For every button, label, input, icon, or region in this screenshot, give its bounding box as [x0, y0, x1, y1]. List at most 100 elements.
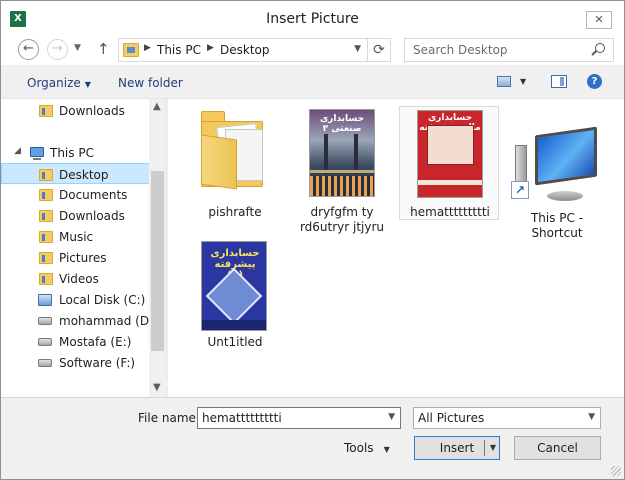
file-item-label: pishrafte: [208, 205, 262, 219]
sidebar-item-local-disk-c[interactable]: Local Disk (C:): [1, 289, 151, 310]
split-divider: [484, 440, 485, 456]
file-item-pishrafte[interactable]: pishrafte: [185, 105, 285, 219]
refresh-button[interactable]: ⟳: [368, 38, 391, 62]
sidebar-item-drive-e[interactable]: Mostafa (E:): [1, 331, 151, 352]
breadcrumb-desktop[interactable]: Desktop: [220, 43, 270, 57]
sidebar-item-videos[interactable]: Videos: [1, 268, 151, 289]
search-box[interactable]: Search Desktop: [404, 38, 614, 62]
file-type-select[interactable]: All Pictures ▼: [413, 407, 601, 429]
sidebar-item-downloads[interactable]: Downloads: [1, 100, 151, 121]
tools-label: Tools: [344, 441, 374, 455]
scroll-up-icon[interactable]: ▲: [153, 101, 161, 112]
chevron-down-icon: ▼: [383, 445, 390, 454]
navigation-pane: Downloads ◢ This PC Desktop Documents Do…: [1, 99, 167, 397]
sidebar-item-drive-d[interactable]: mohammad (D:): [1, 310, 158, 331]
insert-picture-dialog: X Insert Picture ✕ ← → ▼ ↑ ▶ This PC ▶ D…: [0, 0, 625, 480]
resize-grip-icon[interactable]: [611, 466, 621, 476]
monitor-stand-icon: [547, 191, 583, 201]
chevron-down-icon: ▼: [84, 80, 91, 89]
file-type-value: All Pictures: [418, 411, 485, 425]
change-view-icon[interactable]: [497, 76, 511, 87]
sidebar-item-label: Documents: [59, 188, 128, 202]
help-icon[interactable]: ?: [587, 74, 602, 89]
breadcrumb-separator-icon[interactable]: ▶: [144, 43, 151, 53]
cancel-button[interactable]: Cancel: [514, 436, 601, 460]
computer-monitor-icon: [535, 126, 597, 186]
search-input[interactable]: Search Desktop: [413, 43, 508, 57]
sidebar-item-label: Pictures: [59, 251, 107, 265]
sidebar-item-label: This PC: [50, 146, 94, 160]
file-list: pishrafte حسابداری صنعتی ۳ dryfgfm ty rd…: [168, 99, 624, 397]
dialog-title: Insert Picture: [266, 11, 359, 27]
file-item-unt1itled[interactable]: حسابداری پیشرفته (1) Unt1itled: [185, 237, 285, 353]
folder-icon: [39, 252, 53, 264]
sidebar-item-pictures[interactable]: Pictures: [1, 247, 151, 268]
drive-icon: [38, 294, 52, 306]
close-button[interactable]: ✕: [586, 11, 612, 29]
file-item-dryfgfm[interactable]: حسابداری صنعتی ۳ dryfgfm ty rd6utryr jtj…: [292, 105, 392, 234]
desktop-folder-icon: [123, 43, 139, 57]
breadcrumb-separator-icon[interactable]: ▶: [207, 43, 214, 53]
folder-icon: [201, 111, 267, 190]
scrollbar-thumb[interactable]: [151, 171, 164, 351]
collapse-chevron-icon[interactable]: ◢: [14, 146, 21, 156]
folder-icon: [39, 105, 53, 117]
folder-icon: [39, 189, 53, 201]
book-cover-thumbnail: حسابداری صنعتی ۳: [309, 109, 375, 197]
drive-icon: [38, 317, 52, 325]
sidebar-item-label: Videos: [59, 272, 99, 286]
sidebar-item-label: Mostafa (E:): [59, 335, 132, 349]
sidebar-item-label: Downloads: [59, 209, 125, 223]
drive-icon: [38, 359, 52, 367]
file-name-input[interactable]: hemattttttttti ▼: [197, 407, 401, 429]
insert-label: Insert: [439, 441, 475, 455]
back-button[interactable]: ←: [18, 39, 39, 60]
insert-button[interactable]: Insert ▼: [414, 436, 500, 460]
file-item-label: This PC - Shortcut: [530, 211, 584, 240]
dialog-footer: File name: hemattttttttti ▼ All Pictures…: [1, 397, 624, 479]
sidebar-item-label: Local Disk (C:): [59, 293, 146, 307]
file-item-this-pc-shortcut[interactable]: ↗ This PC - Shortcut: [507, 105, 607, 240]
title-bar: X Insert Picture ✕: [1, 1, 624, 37]
sidebar-item-this-pc[interactable]: ◢ This PC: [1, 142, 151, 163]
folder-icon: [39, 273, 53, 285]
drive-icon: [38, 338, 52, 346]
sidebar-item-downloads-pc[interactable]: Downloads: [1, 205, 151, 226]
sidebar-item-label: Desktop: [59, 168, 109, 182]
organize-menu-button[interactable]: Organize ▼: [27, 76, 91, 90]
book-cover-title: حسابداری صنعتی ۳: [319, 114, 365, 134]
forward-button[interactable]: →: [47, 39, 68, 60]
tools-menu-button[interactable]: Tools ▼: [344, 441, 390, 455]
shortcut-arrow-icon: ↗: [511, 181, 529, 199]
file-name-value[interactable]: hemattttttttti: [202, 411, 282, 425]
chevron-down-icon[interactable]: ▼: [588, 412, 595, 422]
sidebar-item-label: Downloads: [59, 104, 125, 118]
folder-icon: [39, 169, 53, 181]
book-cover-thumbnail: حسابداری مالی پیشرفته: [417, 110, 483, 198]
sidebar-item-music[interactable]: Music: [1, 226, 151, 247]
sidebar-item-drive-f[interactable]: Software (F:): [1, 352, 151, 373]
sidebar-item-desktop[interactable]: Desktop: [1, 163, 151, 184]
sidebar-item-label: Music: [59, 230, 94, 244]
view-options-chevron-icon[interactable]: ▼: [520, 77, 526, 86]
book-cover-thumbnail: حسابداری پیشرفته (1): [201, 241, 267, 331]
file-item-label: dryfgfm ty rd6utryr jtjyru: [299, 205, 385, 234]
sidebar-item-documents[interactable]: Documents: [1, 184, 151, 205]
breadcrumb-this-pc[interactable]: This PC: [157, 43, 201, 57]
file-item-label: hemattttttttti: [410, 205, 490, 219]
file-item-hemattttttttti[interactable]: حسابداری مالی پیشرفته hemattttttttti: [399, 106, 499, 220]
sidebar-item-label: mohammad (D:): [59, 314, 158, 328]
preview-pane-icon[interactable]: [551, 75, 567, 88]
chevron-down-icon[interactable]: ▼: [388, 412, 395, 422]
command-toolbar: Organize ▼ New folder ▼ ?: [1, 65, 624, 99]
address-history-chevron-icon[interactable]: ▼: [354, 44, 361, 54]
insert-options-chevron-icon[interactable]: ▼: [490, 437, 496, 459]
search-icon: [595, 43, 605, 53]
recent-locations-chevron-icon[interactable]: ▼: [74, 43, 81, 53]
scroll-down-icon[interactable]: ▼: [153, 382, 161, 393]
sidebar-scrollbar[interactable]: ▲ ▼: [149, 99, 166, 397]
file-name-label: File name:: [138, 411, 200, 425]
up-button[interactable]: ↑: [97, 40, 110, 58]
address-bar[interactable]: ▶ This PC ▶ Desktop ▼: [118, 38, 368, 62]
new-folder-button[interactable]: New folder: [118, 76, 183, 90]
